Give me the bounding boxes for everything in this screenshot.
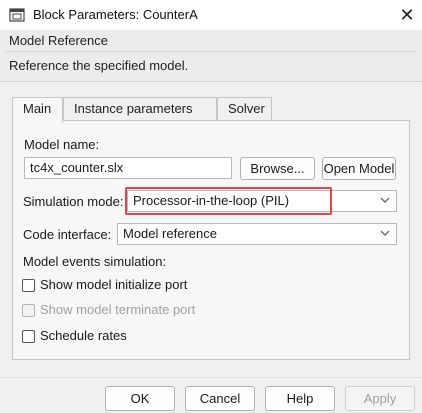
schedule-rates-checkbox[interactable] bbox=[22, 330, 35, 343]
ok-button[interactable]: OK bbox=[105, 386, 175, 411]
section-description: Reference the specified model. bbox=[9, 58, 189, 73]
block-parameters-icon bbox=[9, 8, 25, 22]
show-initialize-port-label: Show model initialize port bbox=[40, 277, 188, 292]
help-button[interactable]: Help bbox=[265, 386, 335, 411]
tab-solver[interactable]: Solver bbox=[217, 97, 272, 121]
show-terminate-port-label: Show model terminate port bbox=[40, 302, 196, 317]
model-name-label: Model name: bbox=[24, 137, 100, 152]
section-title: Model Reference bbox=[9, 33, 108, 48]
tab-instance-parameters[interactable]: Instance parameters bbox=[63, 97, 217, 121]
tab-main[interactable]: Main bbox=[12, 97, 63, 123]
chevron-down-icon bbox=[380, 197, 390, 203]
window-title: Block Parameters: CounterA bbox=[33, 7, 198, 22]
simulation-mode-dropdown[interactable]: Processor-in-the-loop (PIL) bbox=[127, 190, 397, 212]
show-initialize-port-checkbox[interactable] bbox=[22, 279, 35, 292]
open-model-button[interactable]: Open Model bbox=[322, 157, 396, 180]
browse-button[interactable]: Browse... bbox=[240, 157, 315, 180]
apply-button[interactable]: Apply bbox=[345, 386, 415, 411]
show-terminate-port-checkbox[interactable] bbox=[22, 304, 35, 317]
title-bar: Block Parameters: CounterA ✕ bbox=[0, 0, 422, 30]
cancel-button[interactable]: Cancel bbox=[185, 386, 255, 411]
code-interface-value: Model reference bbox=[123, 226, 217, 241]
close-icon: ✕ bbox=[399, 5, 415, 25]
simulation-mode-value: Processor-in-the-loop (PIL) bbox=[133, 193, 290, 208]
dialog-footer: OK Cancel Help Apply bbox=[0, 377, 422, 413]
schedule-rates-label: Schedule rates bbox=[40, 328, 127, 343]
section-divider bbox=[6, 51, 416, 52]
close-button[interactable]: ✕ bbox=[392, 0, 422, 30]
model-name-field[interactable]: tc4x_counter.slx bbox=[24, 157, 232, 179]
chevron-down-icon bbox=[380, 230, 390, 236]
section-header: Model Reference Reference the specified … bbox=[0, 30, 422, 82]
code-interface-dropdown[interactable]: Model reference bbox=[117, 223, 397, 245]
code-interface-label: Code interface: bbox=[23, 227, 112, 242]
model-events-label: Model events simulation: bbox=[23, 254, 167, 269]
simulation-mode-label: Simulation mode: bbox=[23, 194, 124, 209]
